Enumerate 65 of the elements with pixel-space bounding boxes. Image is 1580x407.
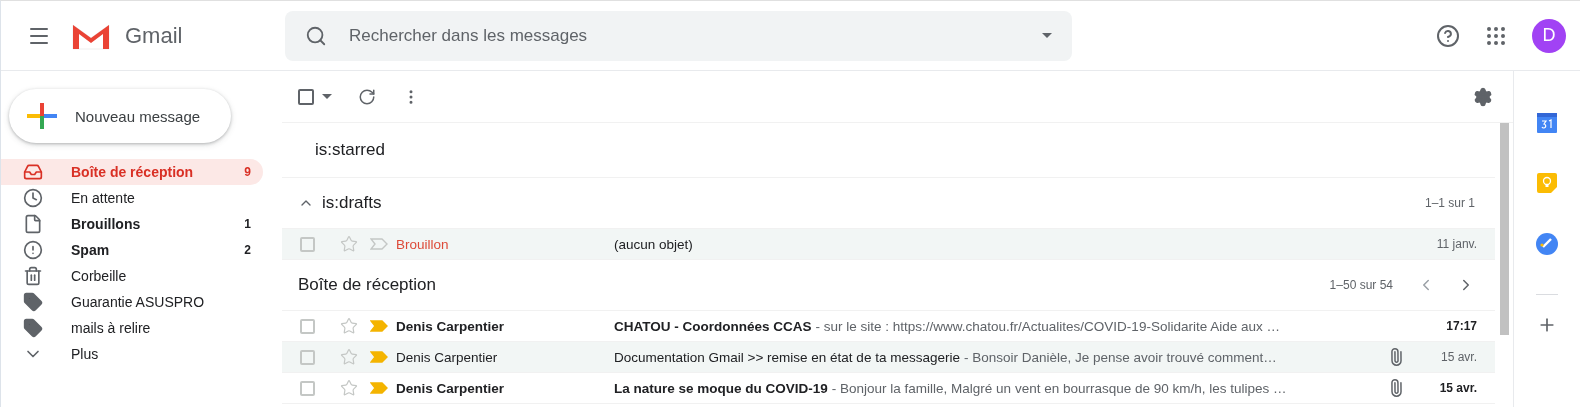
search-bar[interactable]: Rechercher dans les messages [285,10,1072,61]
sidebar-item[interactable]: Guarantie ASUSPRO [1,289,263,315]
email-date: 11 janv. [1435,237,1477,251]
email-row[interactable]: Denis Carpentier Documentation Gmail >> remise en état de ta messagerie - Bonsoir Danièle, Je pense avoir trouvé comment… 15 avr. [282,342,1495,373]
email-snippet: - Bonsoir Danièle, Je pense avoir trouvé comment… [963,349,1277,365]
section-title: Boîte de réception [298,275,436,295]
select-checkbox[interactable] [298,88,314,105]
sidebar-item[interactable]: Boîte de réception 9 [1,159,263,185]
plus-icon [27,101,57,131]
email-date: 17:17 [1445,319,1477,333]
email-date: 15 avr. [1438,381,1477,395]
sidebar-item[interactable]: Corbeille [1,263,263,289]
sidebar-item[interactable]: mails à relire [1,315,263,341]
email-subject: CHATOU - Coordonnées CCAS [614,318,812,334]
sidebar-item[interactable]: Brouillons 1 [1,211,263,237]
inbox-icon [23,162,43,182]
email-snippet: - sur le site : https://www.chatou.fr/Actualites/COVID-19-Solidarite Aide aux … [815,318,1280,334]
sender-name: Denis Carpentier [396,318,506,334]
app-name: Gmail [125,22,183,49]
email-snippet: - Bonjour la famille, Malgré un vent en bourrasque de 90 km/h, les tulipes … [831,380,1287,396]
label-icon [23,292,43,312]
alert-icon [23,240,43,260]
checkbox[interactable] [300,236,315,252]
avatar[interactable]: D [1532,18,1566,53]
star-icon[interactable] [340,235,358,253]
search-field[interactable]: Rechercher dans les messages [347,24,1022,47]
email-subject: (aucun objet) [614,236,693,252]
sidebar-item[interactable]: En attente [1,185,263,211]
search-icon[interactable] [305,24,327,47]
sender-name: Denis Carpentier [396,349,499,365]
page-range: 1–1 sur 1 [1424,196,1475,210]
refresh-icon[interactable] [358,87,376,106]
importance-marker-icon[interactable] [370,320,388,332]
trash-icon [23,266,43,286]
calendar-icon[interactable] [1537,110,1557,133]
email-subject: La nature se moque du COVID-19 [614,380,828,396]
importance-marker-icon[interactable] [370,382,388,394]
importance-marker-icon[interactable] [370,238,388,250]
section-title: is:starred [315,140,385,160]
caret-icon[interactable] [322,94,332,99]
scrollbar-thumb[interactable] [1499,123,1509,335]
sidebar-item[interactable]: Spam 2 [1,237,263,263]
section-title: is:drafts [322,193,382,213]
compose-button[interactable]: Nouveau message [9,89,231,143]
clock-icon [23,188,43,208]
email-subject: Documentation Gmail >> remise en état de ta messagerie [614,349,960,365]
star-icon[interactable] [340,379,358,397]
sidebar-item[interactable]: Plus [1,341,263,367]
draft-label: Brouillon [396,236,450,252]
document-icon [23,214,43,234]
checkbox[interactable] [300,318,315,334]
sender-name: Denis Carpentier [396,380,506,396]
help-icon[interactable] [1436,23,1460,48]
importance-marker-icon[interactable] [370,351,388,363]
email-date: 15 avr. [1439,350,1477,364]
label-icon [23,318,43,338]
page-range: 1–50 sur 54 [1329,278,1393,292]
star-icon[interactable] [340,317,358,335]
checkbox[interactable] [300,349,315,365]
email-row[interactable]: Brouillon (aucun objet) 11 janv. [282,229,1495,260]
settings-icon[interactable] [1473,86,1493,107]
caret-icon[interactable] [1042,33,1052,38]
checkbox[interactable] [300,380,315,396]
star-icon[interactable] [340,348,358,366]
tasks-check-icon[interactable] [1536,232,1558,255]
